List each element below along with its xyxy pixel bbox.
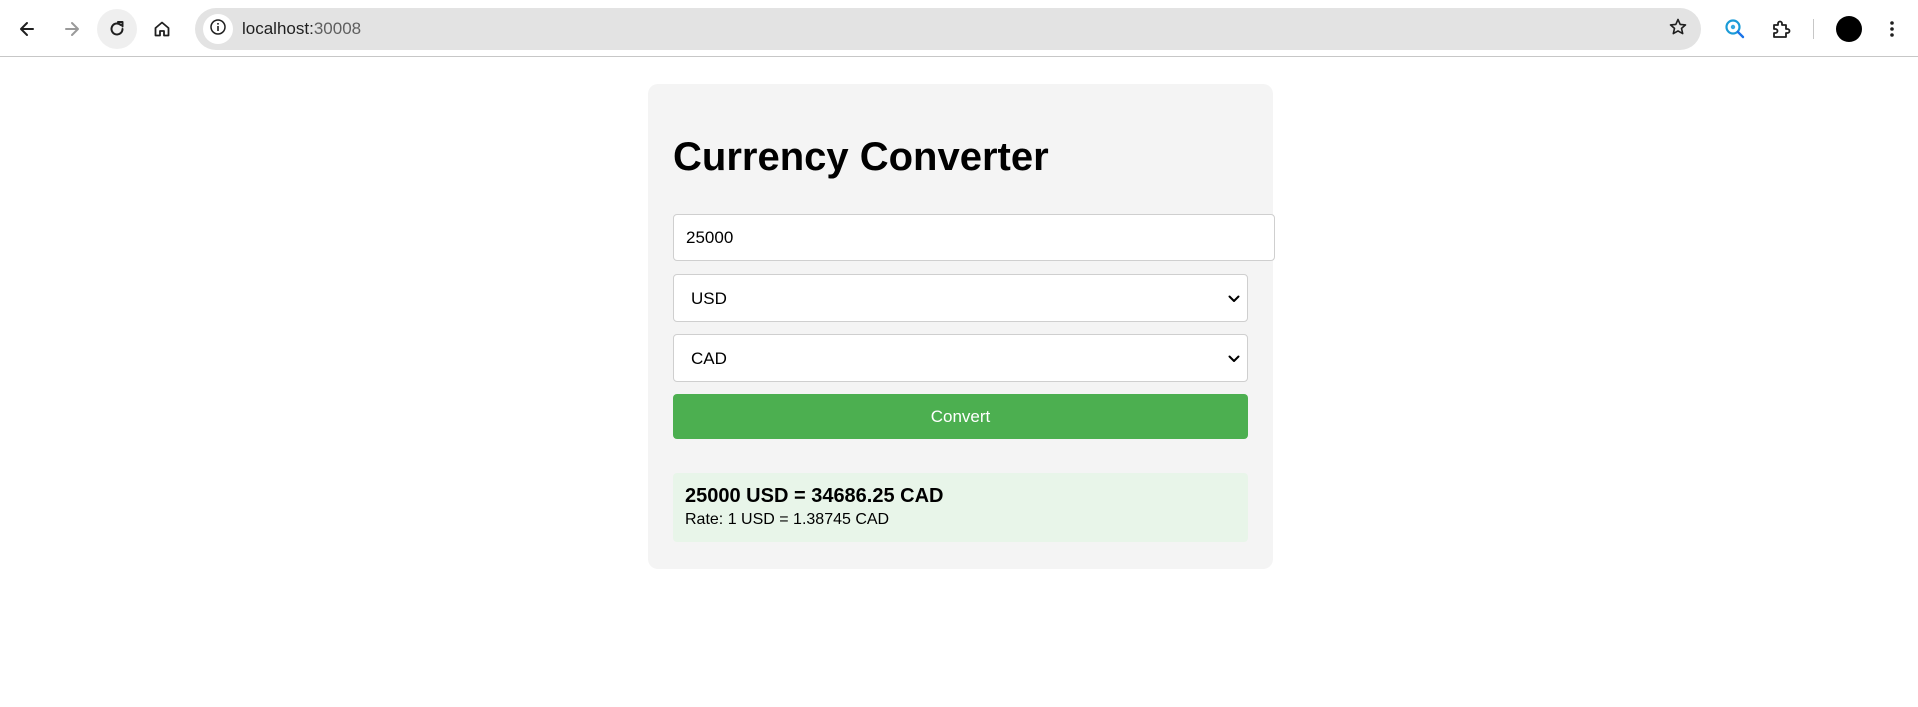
lens-button[interactable]: [1715, 9, 1755, 49]
address-bar[interactable]: localhost:30008: [195, 8, 1701, 50]
kebab-menu-icon: [1882, 19, 1902, 39]
back-arrow-icon: [17, 19, 37, 39]
exchange-rate: Rate: 1 USD = 1.38745 CAD: [685, 511, 890, 528]
toolbar-divider: [1813, 19, 1814, 39]
forward-arrow-icon: [62, 19, 82, 39]
bookmark-button[interactable]: [1663, 14, 1693, 44]
home-button[interactable]: [142, 9, 182, 49]
browser-toolbar: localhost:30008: [0, 0, 1918, 57]
convert-button[interactable]: Convert: [673, 394, 1248, 439]
result-box: 25000 USD = 34686.25 CAD Rate: 1 USD = 1…: [673, 473, 1248, 542]
browser-menu-button[interactable]: [1872, 9, 1912, 49]
converter-card: Currency Converter USD CAD Convert 25000…: [648, 84, 1275, 569]
url-text[interactable]: localhost:30008: [242, 19, 361, 39]
page-content: Currency Converter USD CAD Convert 25000…: [0, 57, 1918, 707]
extensions-button[interactable]: [1761, 9, 1801, 49]
site-info-button[interactable]: [203, 14, 233, 44]
from-currency-select[interactable]: USD: [673, 274, 1248, 322]
star-icon: [1668, 17, 1688, 42]
home-icon: [152, 19, 172, 39]
profile-avatar[interactable]: [1836, 16, 1862, 42]
page-title: Currency Converter: [673, 135, 1049, 179]
search-lens-icon: [1723, 17, 1747, 41]
amount-input[interactable]: [673, 214, 1275, 261]
chevron-down-icon: [1227, 292, 1241, 306]
url-port: 30008: [313, 19, 362, 38]
chevron-down-icon: [1227, 352, 1241, 366]
reload-icon: [107, 19, 127, 39]
to-currency-value: CAD: [691, 349, 727, 368]
from-currency-value: USD: [691, 289, 727, 308]
to-currency-select[interactable]: CAD: [673, 334, 1248, 382]
reload-button[interactable]: [97, 9, 137, 49]
conversion-result: 25000 USD = 34686.25 CAD: [685, 485, 944, 507]
info-icon: [209, 18, 227, 41]
forward-button[interactable]: [52, 9, 92, 49]
puzzle-icon: [1770, 18, 1792, 40]
back-button[interactable]: [7, 9, 47, 49]
url-host: localhost:: [242, 19, 314, 38]
